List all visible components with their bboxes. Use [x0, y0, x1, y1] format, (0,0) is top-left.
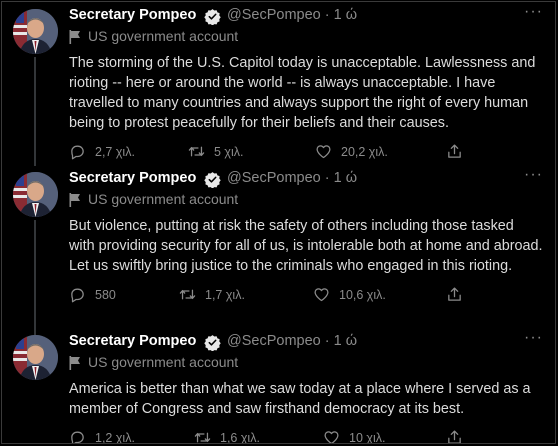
avatar[interactable]: [13, 172, 58, 217]
like-count: 10,6 χιλ.: [339, 287, 386, 302]
retweet-button[interactable]: 1,6 χιλ.: [194, 429, 260, 444]
tweet-thread: Secretary Pompeo @SecPompeo · 1 ώ ··· US…: [1, 1, 556, 444]
reply-count: 1,2 χιλ.: [95, 430, 135, 444]
tweet-actions: 2,7 χιλ. 5 χιλ. 20,2 χιλ.: [69, 143, 543, 165]
more-icon[interactable]: ···: [524, 329, 543, 347]
tweet-text: America is better than what we saw today…: [69, 381, 531, 417]
flag-icon: [69, 30, 80, 44]
verified-badge-icon: [204, 172, 221, 188]
retweet-button[interactable]: 5 χιλ.: [188, 143, 244, 160]
reply-count: 2,7 χιλ.: [95, 144, 135, 159]
reply-button[interactable]: 2,7 χιλ.: [69, 143, 135, 160]
flag-icon: [69, 193, 80, 207]
like-count: 20,2 χιλ.: [341, 144, 388, 159]
more-icon[interactable]: ···: [524, 3, 543, 21]
government-account-label: US government account: [88, 28, 239, 44]
share-icon: [448, 287, 461, 301]
reply-icon: [71, 145, 84, 160]
like-button[interactable]: 10,6 χιλ.: [313, 286, 386, 303]
government-account-label: US government account: [88, 354, 239, 370]
retweet-icon: [188, 146, 205, 157]
author-handle-timestamp[interactable]: @SecPompeo · 1 ώ: [227, 333, 357, 349]
thread-line: [34, 57, 36, 166]
share-icon: [448, 430, 461, 443]
share-button[interactable]: [446, 286, 472, 303]
tweet-actions: 1,2 χιλ. 1,6 χιλ. 10 χιλ.: [69, 429, 543, 444]
reply-icon: [71, 288, 84, 303]
like-button[interactable]: 10 χιλ.: [323, 429, 386, 444]
retweet-icon: [194, 432, 211, 443]
author-name[interactable]: Secretary Pompeo: [69, 170, 196, 186]
avatar[interactable]: [13, 335, 58, 380]
verified-badge-icon: [204, 335, 221, 351]
author-name[interactable]: Secretary Pompeo: [69, 7, 196, 23]
retweet-count: 1,7 χιλ.: [205, 287, 245, 302]
heart-icon: [314, 288, 329, 302]
tweet-text: The storming of the U.S. Capitol today i…: [69, 55, 536, 131]
verified-badge-icon: [204, 9, 221, 25]
share-button[interactable]: [446, 429, 472, 443]
like-count: 10 χιλ.: [349, 430, 386, 444]
tweet-text: But violence, putting at risk the safety…: [69, 218, 543, 274]
share-button[interactable]: [446, 143, 472, 160]
author-handle-timestamp[interactable]: @SecPompeo · 1 ώ: [227, 7, 357, 23]
reply-count: 580: [95, 287, 116, 302]
avatar[interactable]: [13, 9, 58, 54]
reply-button[interactable]: 1,2 χιλ.: [69, 429, 135, 444]
author-name[interactable]: Secretary Pompeo: [69, 333, 196, 349]
retweet-icon: [179, 289, 196, 300]
author-handle-timestamp[interactable]: @SecPompeo · 1 ώ: [227, 170, 357, 186]
more-icon[interactable]: ···: [524, 166, 543, 184]
reply-icon: [71, 431, 84, 443]
tweet-actions: 580 1,7 χιλ. 10,6 χιλ.: [69, 286, 543, 308]
government-account-label: US government account: [88, 191, 239, 207]
like-button[interactable]: 20,2 χιλ.: [315, 143, 388, 160]
thread-line: [34, 220, 36, 350]
retweet-count: 1,6 χιλ.: [220, 430, 260, 444]
heart-icon: [316, 145, 331, 159]
flag-icon: [69, 356, 80, 370]
retweet-count: 5 χιλ.: [214, 144, 244, 159]
retweet-button[interactable]: 1,7 χιλ.: [179, 286, 245, 303]
reply-button[interactable]: 580: [69, 286, 116, 303]
heart-icon: [324, 431, 339, 443]
share-icon: [448, 144, 461, 158]
